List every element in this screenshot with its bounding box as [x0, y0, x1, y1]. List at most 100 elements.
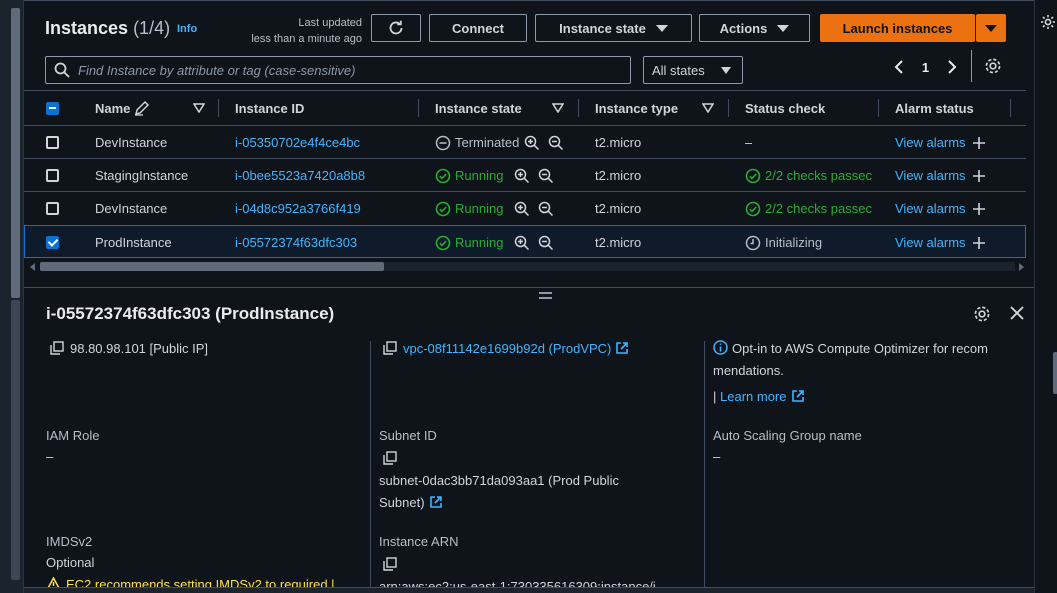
optimizer-text-line1[interactable]: Opt-in to AWS Compute Optimizer for reco…	[732, 341, 988, 356]
column-divider	[1010, 99, 1011, 117]
pencil-icon	[135, 100, 150, 116]
copy-icon[interactable]	[50, 341, 64, 355]
clock-icon	[745, 235, 761, 250]
selection-count: (1/4)	[133, 18, 171, 38]
zoom-in-icon[interactable]	[514, 201, 530, 217]
refresh-button[interactable]	[371, 14, 421, 42]
details-gear-icon[interactable]	[973, 305, 991, 323]
table-horizontal-scrollbar[interactable]	[30, 260, 1025, 271]
view-alarms-link[interactable]: View alarms	[895, 168, 966, 183]
subnet-link-line1[interactable]: subnet-0dac3bb71da093aa1 (Prod Public	[379, 470, 619, 492]
page-number[interactable]: 1	[913, 60, 938, 75]
col-name[interactable]: Name	[95, 91, 150, 125]
state-filter-select[interactable]: All states	[643, 56, 743, 84]
cell-instance-type: t2.micro	[595, 235, 642, 250]
optimizer-notice[interactable]: Opt-in to AWS Compute Optimizer for reco…	[713, 338, 988, 360]
prev-page-button[interactable]	[885, 55, 913, 79]
col-status-check[interactable]: Status check	[745, 91, 825, 125]
check-circle-icon	[435, 201, 451, 216]
row-checkbox[interactable]	[46, 169, 59, 182]
search-field[interactable]	[45, 56, 631, 84]
row-checkbox-cell[interactable]	[46, 126, 59, 159]
zoom-in-icon[interactable]	[524, 135, 540, 151]
col-instance-state[interactable]: Instance state	[435, 91, 522, 125]
cell-alarm-status[interactable]: View alarms	[895, 159, 986, 192]
zoom-out-icon[interactable]	[538, 201, 554, 217]
row-checkbox-cell[interactable]	[46, 226, 59, 259]
search-input[interactable]	[78, 62, 630, 78]
copy-icon[interactable]	[383, 451, 397, 465]
cell-instance-id[interactable]: i-0bee5523a7420a8b8	[235, 159, 365, 192]
row-checkbox-checked[interactable]	[46, 236, 59, 249]
plus-icon[interactable]	[972, 202, 986, 216]
right-scrollbar[interactable]	[1034, 0, 1057, 593]
next-page-button[interactable]	[938, 55, 966, 79]
view-alarms-link[interactable]: View alarms	[895, 135, 966, 150]
gear-icon[interactable]	[1040, 14, 1056, 30]
launch-instances-button[interactable]: Launch instances	[820, 14, 975, 42]
optimizer-text-line2[interactable]: mendations.	[713, 360, 784, 382]
left-scrollbar-thumb[interactable]	[11, 8, 20, 298]
plus-icon[interactable]	[972, 169, 986, 183]
cell-name: DevInstance	[95, 201, 168, 216]
imdsv2-label: IMDSv2	[46, 534, 93, 549]
row-checkbox-cell[interactable]	[46, 192, 59, 225]
zoom-out-icon[interactable]	[548, 135, 564, 151]
info-link[interactable]: Info	[177, 23, 197, 35]
table-row-selected[interactable]: ProdInstance i-05572374f63dfc303 Running…	[24, 225, 1026, 258]
cell-instance-id[interactable]: i-05350702e4f4ce4bc	[235, 126, 360, 159]
connect-button[interactable]: Connect	[429, 14, 527, 42]
column-divider	[418, 99, 419, 117]
col-instance-id[interactable]: Instance ID	[235, 91, 304, 125]
launch-dropdown-button[interactable]	[976, 14, 1006, 42]
select-all-cell[interactable]	[46, 91, 59, 125]
subnet-link-line2[interactable]: Subnet)	[379, 492, 443, 514]
public-ip-row: 98.80.98.101 [Public IP]	[50, 338, 208, 360]
close-icon[interactable]	[1009, 305, 1025, 321]
view-alarms-link[interactable]: View alarms	[895, 201, 966, 216]
cell-alarm-status[interactable]: View alarms	[895, 192, 986, 225]
external-link-icon[interactable]	[791, 389, 805, 403]
scroll-right-icon[interactable]	[1018, 263, 1024, 271]
left-scrollbar[interactable]	[0, 0, 24, 593]
table-preferences-gear-icon[interactable]	[984, 57, 1002, 75]
zoom-in-icon[interactable]	[514, 168, 530, 184]
external-link-icon[interactable]	[429, 495, 443, 509]
plus-icon[interactable]	[972, 236, 986, 250]
instance-state-button[interactable]: Instance state	[535, 14, 692, 42]
view-alarms-link[interactable]: View alarms	[895, 235, 966, 250]
zoom-out-icon[interactable]	[538, 235, 554, 251]
table-row[interactable]: DevInstance i-05350702e4f4ce4bc Terminat…	[24, 125, 1026, 158]
subnet-link-text[interactable]: Subnet)	[379, 495, 425, 510]
copy-icon[interactable]	[383, 557, 397, 571]
scrollbar-thumb[interactable]	[40, 262, 384, 271]
zoom-in-icon[interactable]	[514, 235, 530, 251]
vpc-link[interactable]: vpc-08f11142e1699b92d (ProdVPC)	[403, 341, 611, 356]
row-checkbox[interactable]	[46, 202, 59, 215]
resize-handle[interactable]	[539, 292, 552, 299]
sort-type-icon[interactable]	[702, 91, 714, 125]
actions-button[interactable]: Actions	[699, 14, 810, 42]
plus-icon[interactable]	[972, 136, 986, 150]
table-row[interactable]: StagingInstance i-0bee5523a7420a8b8 Runn…	[24, 158, 1026, 191]
external-link-icon[interactable]	[615, 341, 629, 355]
cell-instance-id[interactable]: i-05572374f63dfc303	[235, 226, 357, 259]
sort-name-icon[interactable]	[193, 91, 205, 125]
col-alarm-status[interactable]: Alarm status	[895, 91, 974, 125]
table-row[interactable]: DevInstance i-04d8c952a3766f419 Running …	[24, 191, 1026, 224]
copy-icon[interactable]	[383, 341, 397, 355]
chevron-right-icon	[948, 60, 957, 74]
learn-more-link[interactable]: Learn more	[720, 389, 786, 404]
row-checkbox[interactable]	[46, 136, 59, 149]
table-header: Name Instance ID Instance state Instance…	[24, 91, 1026, 125]
cell-alarm-status[interactable]: View alarms	[895, 126, 986, 159]
select-all-checkbox[interactable]	[46, 101, 59, 115]
col-instance-type[interactable]: Instance type	[595, 91, 678, 125]
sort-state-icon[interactable]	[552, 91, 564, 125]
scroll-left-icon[interactable]	[30, 263, 36, 271]
row-checkbox-cell[interactable]	[46, 159, 59, 192]
zoom-out-icon[interactable]	[538, 168, 554, 184]
right-scrollbar-thumb[interactable]	[1053, 352, 1057, 394]
cell-instance-id[interactable]: i-04d8c952a3766f419	[235, 192, 361, 225]
cell-alarm-status[interactable]: View alarms	[895, 226, 986, 259]
